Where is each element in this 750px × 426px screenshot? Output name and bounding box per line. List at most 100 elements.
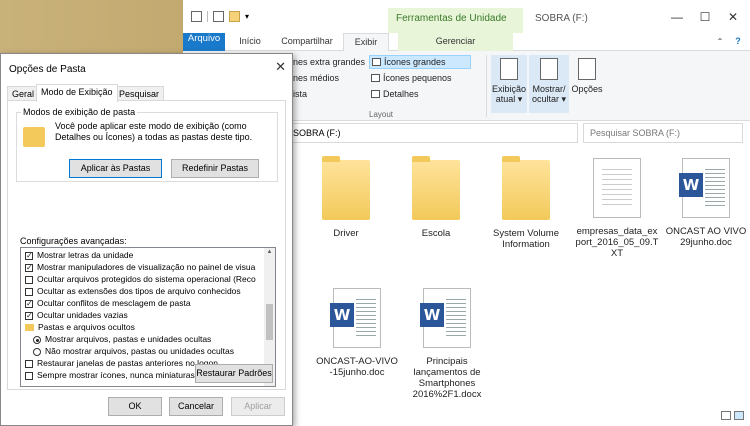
advanced-settings-label: Configurações avançadas: — [20, 236, 127, 246]
options-icon — [578, 58, 596, 80]
apply-button[interactable]: Aplicar — [231, 397, 285, 416]
radio-button[interactable] — [33, 347, 41, 356]
cancel-button[interactable]: Cancelar — [169, 397, 223, 416]
reset-folders-button[interactable]: Redefinir Pastas — [171, 159, 259, 178]
large-icons-icon — [372, 58, 381, 66]
title-bar: ▾ Ferramentas de Unidade SOBRA (F:) — ☐ … — [183, 0, 750, 33]
advanced-setting-label: Sempre mostrar ícones, nunca miniaturas — [37, 370, 195, 380]
dialog-title: Opções de Pasta — [9, 64, 86, 75]
file-name: ONCAST AO VIVO 29junho.doc — [665, 226, 747, 248]
word-document-icon: W — [420, 288, 471, 348]
file-name: Driver — [333, 228, 359, 239]
advanced-setting-row[interactable]: Ocultar conflitos de mesclagem de pasta — [25, 298, 191, 309]
advanced-setting-label: Restaurar janelas de pastas anteriores n… — [37, 358, 218, 368]
advanced-setting-row[interactable]: Mostrar arquivos, pastas e unidades ocul… — [33, 334, 211, 345]
restore-defaults-button[interactable]: Restaurar Padrões — [195, 364, 273, 383]
close-button[interactable]: ✕ — [719, 8, 747, 26]
file-item[interactable]: System Volume Information — [485, 156, 567, 250]
current-view-button[interactable]: Exibição atual ▾ — [491, 55, 527, 113]
quick-access-toolbar: ▾ — [191, 11, 249, 22]
window-title: SOBRA (F:) — [535, 13, 588, 24]
view-large-icons[interactable]: Ícones grandes — [369, 55, 471, 69]
scroll-up-icon[interactable]: ▲ — [264, 249, 275, 255]
advanced-setting-row[interactable]: Não mostrar arquivos, pastas ou unidades… — [33, 346, 234, 357]
advanced-setting-row[interactable]: Sempre mostrar ícones, nunca miniaturas — [25, 370, 195, 381]
advanced-setting-row[interactable]: Ocultar arquivos protegidos do sistema o… — [25, 274, 256, 285]
details-view-icon[interactable] — [721, 411, 731, 420]
advanced-setting-row[interactable]: Mostrar letras da unidade — [25, 250, 133, 261]
ribbon-collapse-icon[interactable]: ⌃ — [713, 33, 727, 51]
checkbox[interactable] — [25, 262, 33, 273]
tab-compartilhar[interactable]: Compartilhar — [273, 33, 341, 51]
ribbon-tabs: Arquivo Início Compartilhar Exibir Geren… — [183, 33, 750, 52]
advanced-setting-row[interactable]: Mostrar manipuladores de visualização no… — [25, 262, 255, 273]
file-item[interactable]: W ONCAST AO VIVO 29junho.doc — [665, 158, 747, 248]
tab-gerenciar[interactable]: Gerenciar — [398, 33, 513, 51]
advanced-setting-label: Ocultar unidades vazias — [37, 310, 128, 320]
tab-arquivo[interactable]: Arquivo — [183, 33, 225, 51]
view-extra-large-icons[interactable]: ones extra grandes — [288, 57, 365, 67]
show-hide-button[interactable]: Mostrar/ ocultar ▾ — [529, 55, 569, 113]
advanced-setting-row[interactable]: Ocultar as extensões dos tipos de arquiv… — [25, 286, 241, 297]
file-item[interactable]: empresas_data_export_2016_05_09.TXT — [575, 158, 659, 259]
checkbox[interactable] — [25, 298, 33, 309]
view-medium-icons[interactable]: ones médios — [288, 73, 339, 83]
checkbox[interactable] — [25, 310, 33, 321]
show-hide-icon — [540, 58, 558, 80]
view-large-label: Ícones grandes — [384, 57, 446, 67]
current-view-icon — [500, 58, 518, 80]
word-document-icon: W — [679, 158, 730, 218]
small-icons-icon — [371, 74, 380, 82]
tab-inicio[interactable]: Início — [231, 33, 269, 51]
checkbox[interactable] — [25, 275, 33, 284]
view-medium-label: ones médios — [288, 73, 340, 83]
file-item[interactable]: W ONCAST-AO-VIVO-15junho.doc — [316, 288, 398, 378]
view-small-icons[interactable]: Ícones pequenos — [371, 73, 452, 83]
checkbox[interactable] — [25, 250, 33, 261]
minimize-button[interactable]: — — [663, 8, 691, 26]
folder-icon — [25, 324, 34, 331]
properties-icon[interactable] — [191, 11, 202, 22]
search-input[interactable]: Pesquisar SOBRA (F:) — [583, 123, 743, 143]
advanced-setting-row[interactable]: Restaurar janelas de pastas anteriores n… — [25, 358, 218, 369]
file-name: Escola — [421, 228, 451, 239]
large-icons-view-icon[interactable] — [734, 411, 744, 420]
view-small-label: Ícones pequenos — [383, 73, 452, 83]
advanced-setting-row[interactable]: Pastas e arquivos ocultos — [25, 322, 135, 333]
checkbox[interactable] — [25, 371, 33, 380]
checkbox[interactable] — [25, 359, 33, 368]
new-folder-icon[interactable] — [229, 11, 240, 22]
view-details[interactable]: Detalhes — [371, 89, 419, 99]
help-icon[interactable]: ? — [731, 33, 745, 51]
radio-button[interactable] — [33, 335, 41, 344]
advanced-setting-label: Ocultar arquivos protegidos do sistema o… — [37, 274, 256, 284]
qat-dropdown-icon[interactable]: ▾ — [245, 12, 249, 21]
current-view-label: Exibição atual ▾ — [491, 84, 527, 104]
file-item[interactable]: Escola — [395, 156, 477, 239]
checkmark-icon[interactable] — [213, 11, 224, 22]
file-item[interactable]: Driver — [305, 156, 387, 239]
tab-pesquisar[interactable]: Pesquisar — [114, 86, 165, 101]
view-tab-panel: Modos de exibição de pasta Você pode apl… — [7, 100, 286, 390]
apply-to-folders-button[interactable]: Aplicar às Pastas — [69, 159, 162, 178]
options-button[interactable]: Opções — [571, 55, 603, 113]
details-icon — [371, 90, 380, 98]
word-document-icon: W — [330, 288, 381, 348]
address-bar[interactable]: SOBRA (F:) — [288, 123, 578, 143]
file-view: Driver Escola System Volume Information … — [288, 148, 750, 426]
tab-modo-de-exibicao[interactable]: Modo de Exibição — [36, 84, 118, 102]
maximize-button[interactable]: ☐ — [691, 8, 719, 26]
scroll-thumb[interactable] — [266, 304, 273, 340]
dialog-close-icon[interactable]: ✕ — [275, 59, 286, 75]
ok-button[interactable]: OK — [108, 397, 162, 416]
file-item[interactable]: W Principais lançamentos de Smartphones … — [406, 288, 488, 400]
folder-icon — [412, 156, 460, 220]
folder-icon — [502, 156, 550, 220]
checkbox[interactable] — [25, 287, 33, 296]
advanced-setting-row[interactable]: Ocultar unidades vazias — [25, 310, 128, 321]
address-text: SOBRA (F:) — [293, 128, 341, 138]
advanced-setting-label: Ocultar conflitos de mesclagem de pasta — [37, 298, 191, 308]
tab-exibir[interactable]: Exibir — [343, 33, 389, 52]
tab-geral[interactable]: Geral — [7, 86, 40, 101]
file-name: System Volume Information — [493, 228, 559, 250]
